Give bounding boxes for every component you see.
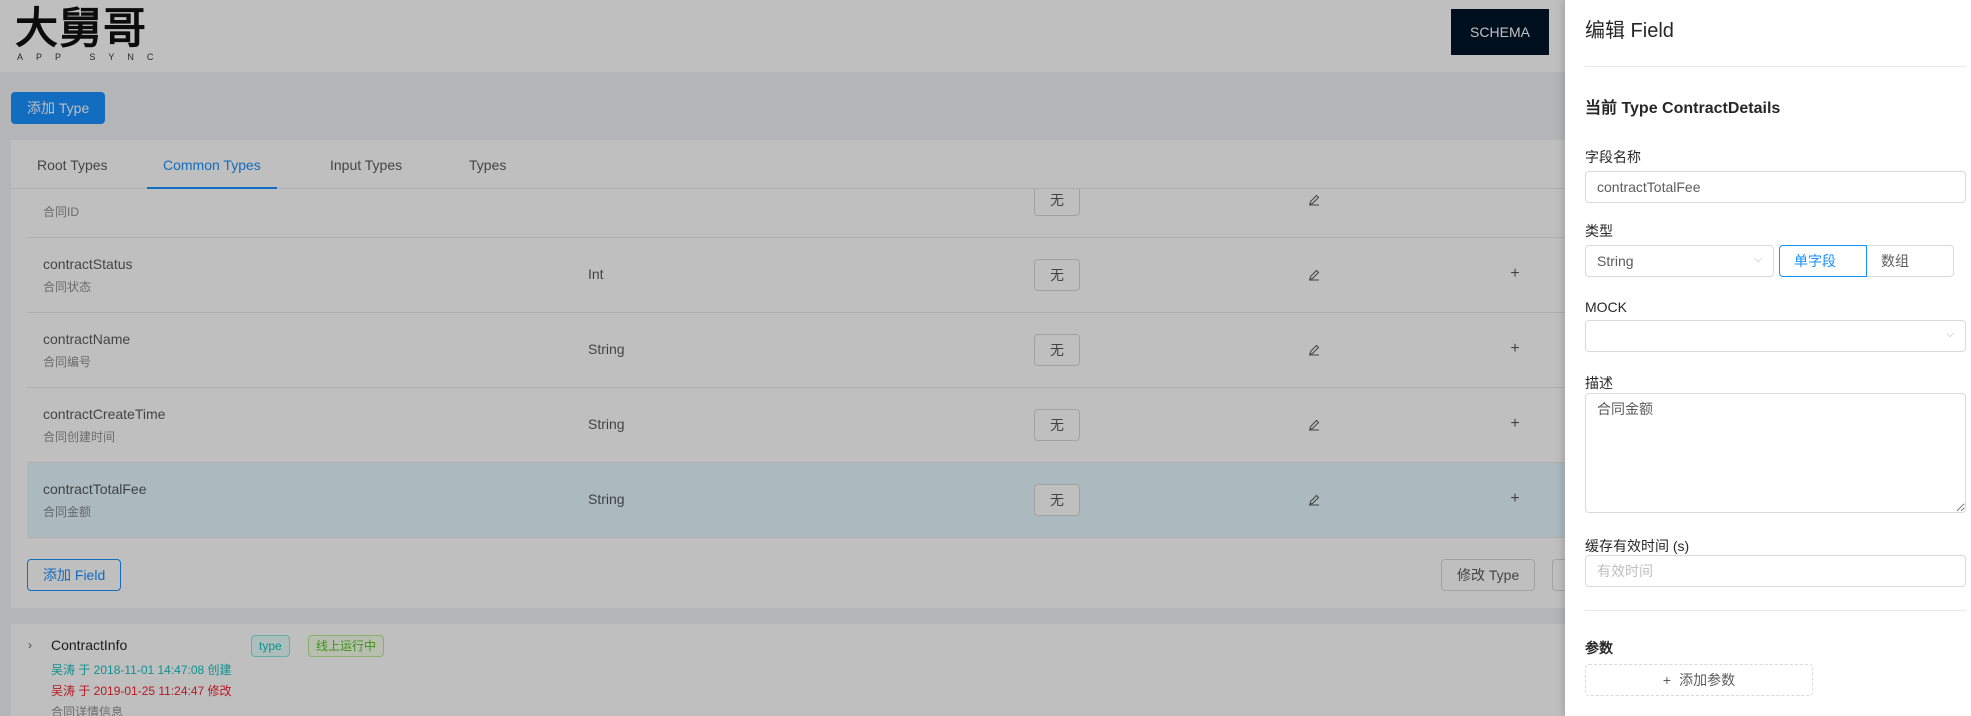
field-name-label: 字段名称: [1585, 149, 1641, 165]
divider: [1585, 66, 1966, 67]
current-type-heading: 当前 Type ContractDetails: [1585, 100, 1781, 117]
single-field-radio[interactable]: 单字段: [1779, 245, 1867, 277]
drawer-title: 编辑 Field: [1585, 20, 1674, 42]
chevron-down-icon: ⌵: [1946, 329, 1954, 340]
field-name-input[interactable]: [1585, 171, 1966, 203]
mock-label: MOCK: [1585, 299, 1627, 315]
description-label: 描述: [1585, 375, 1613, 391]
cache-ttl-label: 缓存有效时间 (s): [1585, 538, 1690, 554]
description-textarea[interactable]: 合同金额: [1585, 393, 1966, 513]
type-select-value: String: [1597, 253, 1634, 269]
chevron-down-icon: ⌵: [1754, 254, 1762, 265]
plus-icon: +: [1662, 672, 1672, 688]
mock-select[interactable]: ⌵: [1585, 320, 1966, 352]
edit-field-drawer: 编辑 Field 当前 Type ContractDetails 字段名称 类型…: [1565, 0, 1971, 716]
params-heading: 参数: [1585, 640, 1613, 656]
array-radio[interactable]: 数组: [1867, 245, 1954, 277]
cache-ttl-input[interactable]: [1585, 555, 1966, 587]
type-label: 类型: [1585, 223, 1613, 239]
cardinality-radio-group: 单字段 数组: [1779, 245, 1954, 277]
type-select[interactable]: String ⌵: [1585, 245, 1774, 277]
add-param-button[interactable]: + 添加参数: [1585, 664, 1813, 696]
add-param-label: 添加参数: [1679, 672, 1736, 688]
divider: [1585, 610, 1966, 611]
